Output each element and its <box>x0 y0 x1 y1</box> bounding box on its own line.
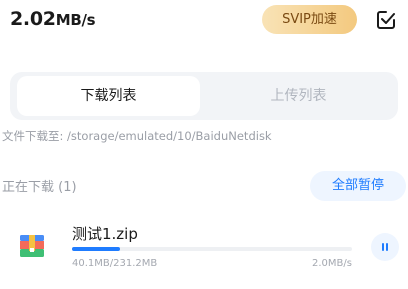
progress-bar <box>72 247 352 251</box>
download-speed: 2.02MB/s <box>10 8 96 30</box>
download-path: 文件下载至: /storage/emulated/10/BaiduNetdisk <box>2 129 272 143</box>
file-size-progress: 40.1MB/231.2MB <box>72 258 158 269</box>
progress-fill <box>72 247 121 251</box>
check-square-icon[interactable] <box>376 10 396 30</box>
pause-button[interactable] <box>371 233 399 261</box>
speed-unit: MB/s <box>55 11 96 29</box>
transfer-tabs: 下载列表 上传列表 <box>10 72 398 120</box>
pause-icon <box>382 243 388 251</box>
file-name: 测试1.zip <box>72 225 138 243</box>
svip-boost-button[interactable]: SVIP加速 <box>262 5 357 34</box>
pause-all-button[interactable]: 全部暂停 <box>310 171 406 201</box>
tab-download-list[interactable]: 下载列表 <box>17 76 200 116</box>
speed-value: 2.02 <box>10 8 56 30</box>
zip-archive-icon <box>18 232 46 260</box>
downloading-section-title: 正在下载 (1) <box>2 180 77 195</box>
tab-upload-list[interactable]: 上传列表 <box>207 76 390 116</box>
transfer-rate: 2.0MB/s <box>312 258 352 269</box>
